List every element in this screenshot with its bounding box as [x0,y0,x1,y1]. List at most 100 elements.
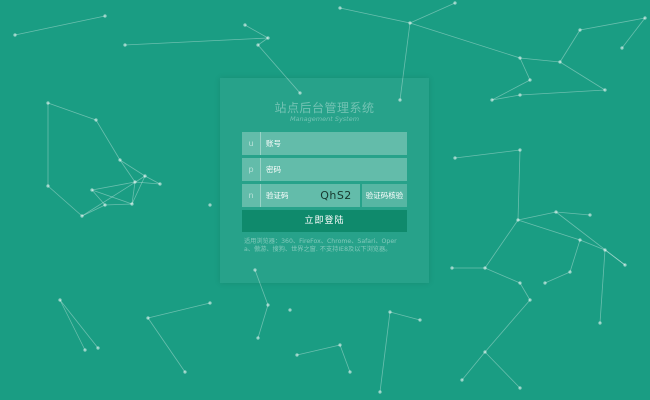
network-node [603,248,607,252]
browser-support-note: 适用浏览器：360、FireFox、Chrome、Safari、Opera、傲游… [244,238,397,254]
network-line [484,267,521,284]
network-node [96,346,100,350]
network-node [94,118,98,122]
network-line [244,24,269,39]
network-node [183,370,187,374]
network-node [158,182,162,186]
network-node [483,266,487,270]
network-node [418,318,422,322]
user-icon: u [242,132,261,155]
network-line [47,102,97,121]
network-node [90,188,94,192]
network-node [123,43,127,47]
network-node [256,336,260,340]
network-node [558,60,562,64]
network-line [409,22,521,59]
network-node [554,210,558,214]
network-line [484,299,531,353]
network-line [599,249,606,324]
network-node [450,266,454,270]
network-line [544,271,571,284]
network-line [519,57,561,63]
network-node [518,386,522,390]
network-node [130,202,134,206]
network-node [266,36,270,40]
login-button[interactable]: 立即登陆 [242,210,407,232]
network-node [453,1,457,5]
network-node [388,310,392,314]
network-node [295,353,299,357]
password-field: p [242,158,407,181]
network-node [243,23,247,27]
network-line [621,17,646,49]
network-node [588,213,592,217]
network-line [339,7,411,24]
network-node [516,218,520,222]
network-node [13,33,17,37]
network-node [528,78,532,82]
captcha-icon: n [242,184,261,207]
network-line [124,37,269,46]
page-subtitle: Management System [289,115,360,123]
network-line [59,299,99,349]
network-line [519,282,531,301]
network-node [568,270,572,274]
network-node [578,28,582,32]
network-node [603,88,607,92]
network-node [453,156,457,160]
verify-captcha-button[interactable]: 验证码核验 [362,184,407,207]
network-node [598,321,602,325]
network-line [604,249,626,266]
network-line [95,119,121,161]
network-line [519,57,531,81]
network-node [490,98,494,102]
network-node [118,158,122,162]
network-line [559,61,606,91]
password-icon: p [242,158,261,181]
network-node [518,281,522,285]
network-node [208,203,212,207]
network-node [543,281,547,285]
network-line [59,299,86,351]
network-node [103,203,107,207]
network-node [578,238,582,242]
network-line [484,219,519,269]
network-line [147,317,186,373]
captcha-input[interactable] [261,184,311,207]
username-input[interactable] [261,132,407,155]
network-node [460,378,464,382]
network-node [288,308,292,312]
network-line [454,149,521,159]
captcha-field: n QhS2 [242,184,360,207]
network-line [484,351,521,389]
network-line [81,204,106,217]
captcha-image[interactable]: QhS2 [314,184,358,207]
network-line [257,37,269,46]
network-line [257,304,269,339]
network-node [378,390,382,394]
network-line [569,239,581,273]
network-node [143,174,147,178]
network-line [119,159,146,177]
page-title: 站点后台管理系统 [274,101,375,115]
network-line [147,302,211,319]
network-node [46,101,50,105]
network-node [208,301,212,305]
network-node [133,180,137,184]
network-line [517,211,557,221]
network-node [338,343,342,347]
network-line [104,203,133,206]
network-node [338,6,342,10]
network-node [518,56,522,60]
network-node [620,46,624,50]
network-line [409,2,456,24]
network-line [579,239,606,251]
password-input[interactable] [261,158,407,181]
network-line [339,344,351,373]
network-line [559,29,581,63]
network-node [348,370,352,374]
network-node [80,214,84,218]
network-node [46,184,50,188]
network-node [623,263,627,267]
network-node [518,93,522,97]
